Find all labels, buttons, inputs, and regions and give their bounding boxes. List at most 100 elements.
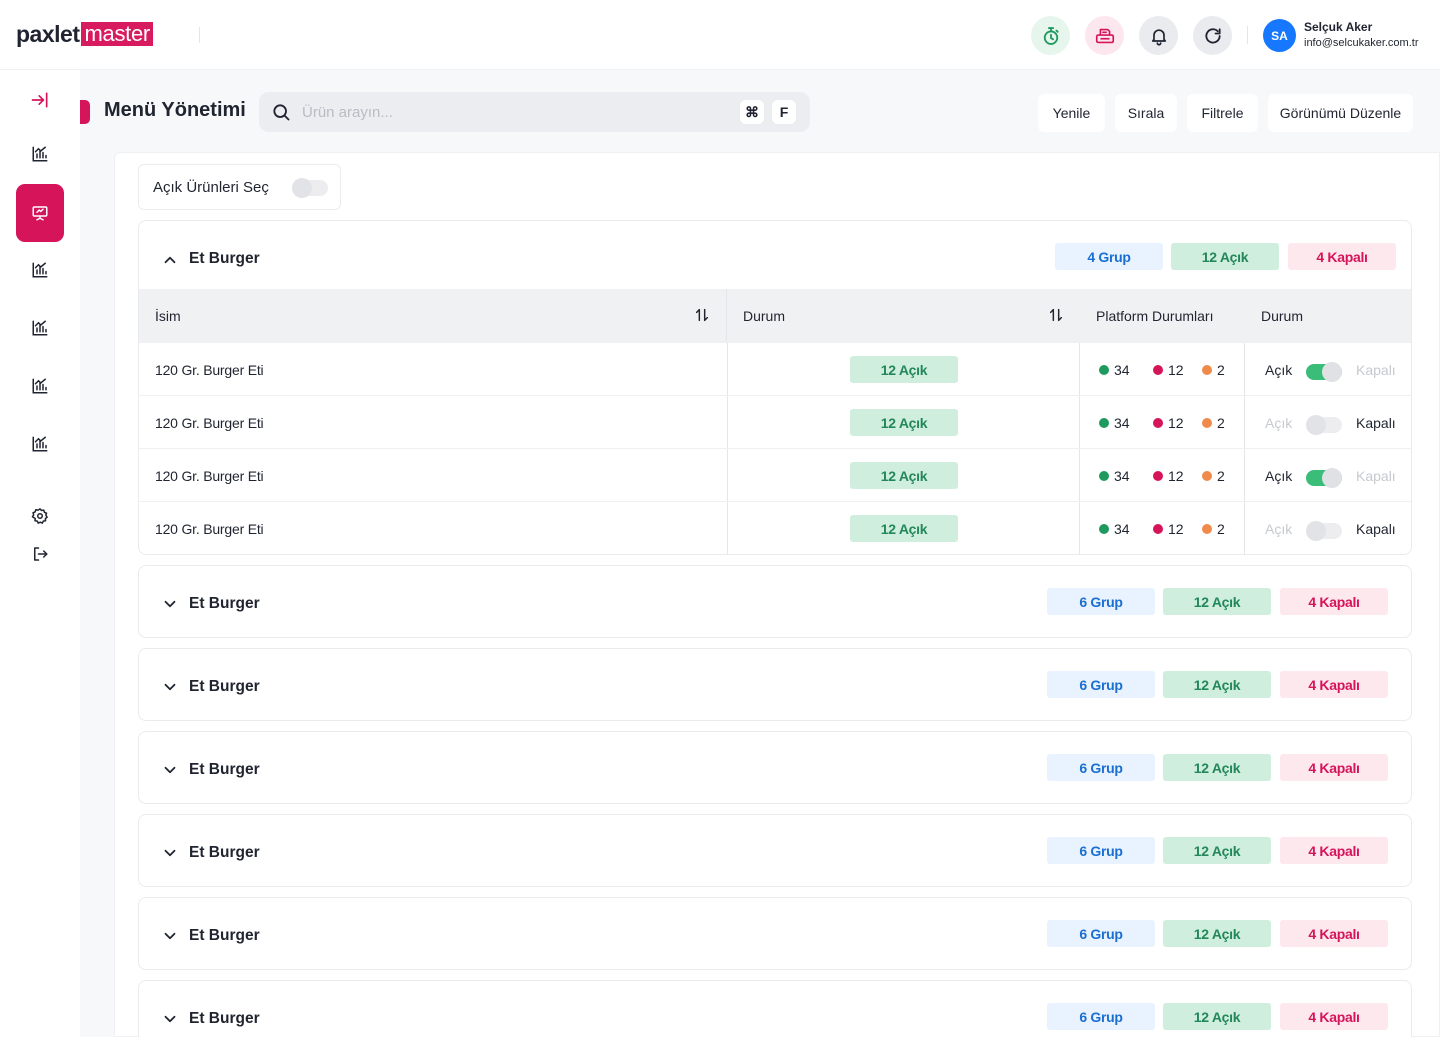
- table-row[interactable]: 120 Gr. Burger Eti 12 Açık 34 12 2 Açık …: [139, 448, 1411, 501]
- open-count-badge: 12 Açık: [1171, 243, 1279, 270]
- group-count-badge: 6 Grup: [1047, 754, 1155, 781]
- sidebar-item-logout[interactable]: [16, 530, 64, 578]
- open-products-select[interactable]: Açık Ürünleri Seç: [138, 164, 341, 210]
- chevron-down-icon[interactable]: [161, 844, 179, 862]
- refresh-button[interactable]: [1193, 16, 1232, 55]
- platform-open-count: 34: [1099, 521, 1130, 537]
- filter-button[interactable]: Filtrele: [1187, 94, 1258, 132]
- open-products-toggle[interactable]: [292, 178, 328, 198]
- sidebar-item-reports-4[interactable]: [16, 362, 64, 410]
- page-title: Menü Yönetimi: [104, 99, 246, 121]
- sidebar-item-reports-1[interactable]: [16, 130, 64, 178]
- table-row[interactable]: 120 Gr. Burger Eti 12 Açık 34 12 2 Açık …: [139, 342, 1411, 395]
- status-toggle[interactable]: [1306, 415, 1342, 435]
- sort-icon[interactable]: [694, 307, 710, 323]
- chart-icon: [32, 146, 48, 162]
- printer-button[interactable]: [1085, 16, 1124, 55]
- platform-closed-count: 12: [1153, 415, 1184, 431]
- product-name: 120 Gr. Burger Eti: [155, 415, 264, 431]
- closed-count-badge: 4 Kapalı: [1288, 243, 1396, 270]
- top-bar: paxlet master SA Selçuk Aker info@selcuk…: [0, 0, 1440, 70]
- status-toggle[interactable]: [1306, 521, 1342, 541]
- column-status: Durum: [743, 308, 786, 324]
- sidebar-item-reports-2[interactable]: [16, 246, 64, 294]
- platform-closed-count: 12: [1153, 468, 1184, 484]
- table-header: İsim Durum Platform Durumları Durum: [139, 289, 1411, 342]
- chevron-down-icon[interactable]: [161, 595, 179, 613]
- brand-logo[interactable]: paxlet master: [16, 20, 153, 48]
- sidebar-item-reports-5[interactable]: [16, 420, 64, 468]
- group-count-badge: 6 Grup: [1047, 671, 1155, 698]
- platform-closed-count: 12: [1153, 521, 1184, 537]
- sort-button[interactable]: Sırala: [1115, 94, 1177, 132]
- notifications-button[interactable]: [1139, 16, 1178, 55]
- platform-pending-count: 2: [1202, 362, 1225, 378]
- product-group-expanded: Et Burger 4 Grup 12 Açık 4 Kapalı İsim D…: [138, 220, 1412, 555]
- sidebar-item-reports-3[interactable]: [16, 304, 64, 352]
- open-count-badge: 12 Açık: [1163, 671, 1271, 698]
- open-label: Açık: [1265, 362, 1293, 378]
- sort-icon[interactable]: [1048, 307, 1064, 323]
- closed-count-badge: 4 Kapalı: [1280, 920, 1388, 947]
- platform-open-count: 34: [1099, 362, 1130, 378]
- closed-count-badge: 4 Kapalı: [1280, 837, 1388, 864]
- search-input[interactable]: [302, 100, 722, 124]
- chevron-down-icon[interactable]: [161, 1010, 179, 1028]
- refresh-icon: [1204, 27, 1221, 44]
- product-group-collapsed[interactable]: Et Burger 6 Grup 12 Açık 4 Kapalı: [138, 648, 1412, 721]
- open-count-badge: 12 Açık: [1163, 754, 1271, 781]
- group-title: Et Burger: [189, 678, 260, 695]
- bell-icon: [1151, 28, 1166, 46]
- table-row[interactable]: 120 Gr. Burger Eti 12 Açık 34 12 2 Açık …: [139, 395, 1411, 448]
- open-label: Açık: [1265, 521, 1293, 537]
- chevron-down-icon[interactable]: [161, 678, 179, 696]
- collapse-icon: [31, 92, 48, 108]
- status-toggle[interactable]: [1306, 468, 1342, 488]
- product-group-collapsed[interactable]: Et Burger 6 Grup 12 Açık 4 Kapalı: [138, 731, 1412, 804]
- status-toggle[interactable]: [1306, 362, 1342, 382]
- open-count-badge: 12 Açık: [1163, 920, 1271, 947]
- shortcut-command-key: ⌘: [740, 100, 764, 124]
- sidebar-collapse-button[interactable]: [16, 76, 64, 124]
- platform-open-count: 34: [1099, 468, 1130, 484]
- platform-closed-count: 12: [1153, 362, 1184, 378]
- column-name: İsim: [155, 308, 181, 324]
- group-count-badge: 6 Grup: [1047, 1003, 1155, 1030]
- user-name: Selçuk Aker: [1304, 20, 1373, 34]
- printer-icon: [1095, 28, 1114, 43]
- chevron-down-icon[interactable]: [161, 761, 179, 779]
- product-group-collapsed[interactable]: Et Burger 6 Grup 12 Açık 4 Kapalı: [138, 980, 1412, 1037]
- group-count-badge: 6 Grup: [1047, 837, 1155, 864]
- sidebar-item-menu-management[interactable]: [16, 184, 64, 242]
- search-box[interactable]: ⌘ F: [259, 92, 810, 132]
- product-name: 120 Gr. Burger Eti: [155, 521, 264, 537]
- product-group-collapsed[interactable]: Et Burger 6 Grup 12 Açık 4 Kapalı: [138, 565, 1412, 638]
- avatar[interactable]: SA: [1263, 19, 1296, 52]
- platform-pending-count: 2: [1202, 415, 1225, 431]
- presentation-icon: [32, 206, 48, 221]
- group-title: Et Burger: [189, 927, 260, 944]
- group-count-badge: 6 Grup: [1047, 588, 1155, 615]
- product-group-collapsed[interactable]: Et Burger 6 Grup 12 Açık 4 Kapalı: [138, 814, 1412, 887]
- gear-icon: [31, 508, 48, 524]
- group-count-badge: 4 Grup: [1055, 243, 1163, 270]
- product-name: 120 Gr. Burger Eti: [155, 468, 264, 484]
- chevron-up-icon[interactable]: [161, 251, 179, 269]
- group-title: Et Burger: [189, 595, 260, 612]
- group-title[interactable]: Et Burger: [189, 250, 260, 268]
- chevron-down-icon[interactable]: [161, 927, 179, 945]
- stopwatch-button[interactable]: [1031, 16, 1070, 55]
- refresh-list-button[interactable]: Yenile: [1038, 94, 1105, 132]
- open-label: Açık: [1265, 415, 1293, 431]
- chart-icon: [32, 262, 48, 278]
- closed-count-badge: 4 Kapalı: [1280, 588, 1388, 615]
- edit-view-button[interactable]: Görünümü Düzenle: [1268, 94, 1413, 132]
- user-email: info@selcukaker.com.tr: [1304, 37, 1419, 49]
- divider: [1247, 26, 1248, 44]
- group-title: Et Burger: [189, 761, 260, 778]
- open-count-badge: 12 Açık: [1163, 837, 1271, 864]
- product-group-collapsed[interactable]: Et Burger 6 Grup 12 Açık 4 Kapalı: [138, 897, 1412, 970]
- status-badge: 12 Açık: [850, 409, 958, 436]
- group-title: Et Burger: [189, 844, 260, 861]
- table-row[interactable]: 120 Gr. Burger Eti 12 Açık 34 12 2 Açık …: [139, 501, 1411, 554]
